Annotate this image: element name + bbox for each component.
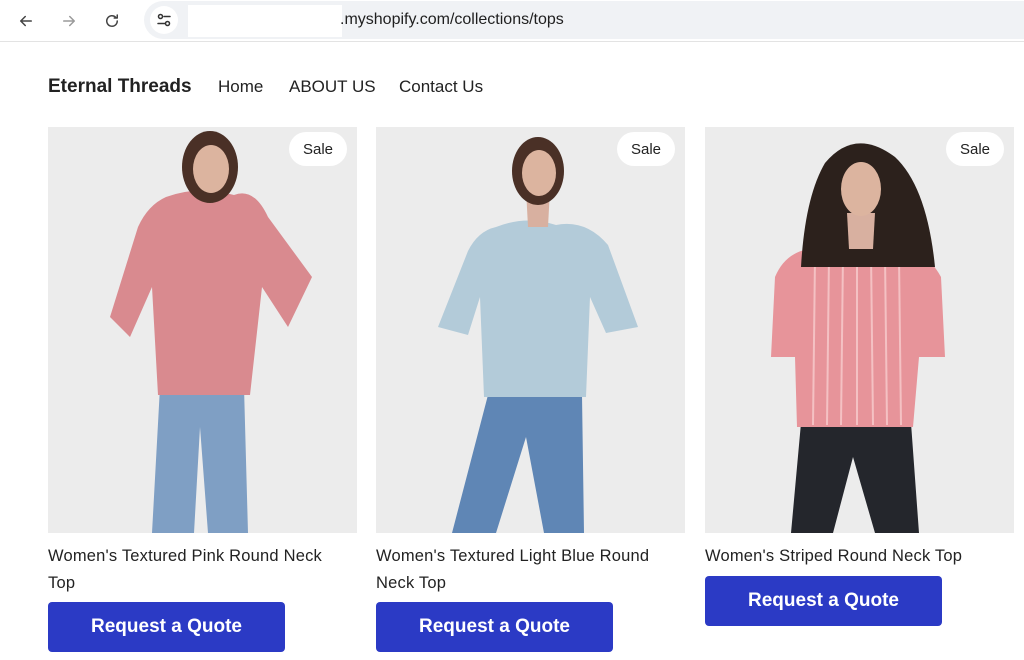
site-settings-icon[interactable] (150, 6, 178, 34)
product-card: Sale Women's Striped Round Neck Top Requ… (705, 127, 1014, 626)
product-image[interactable]: Sale (705, 127, 1014, 533)
product-image[interactable]: Sale (48, 127, 357, 533)
model-photo (705, 127, 1014, 533)
nav-home[interactable]: Home (218, 77, 263, 97)
product-title[interactable]: Women's Textured Light Blue Round Neck T… (376, 543, 676, 597)
request-quote-button[interactable]: Request a Quote (48, 602, 285, 652)
store-brand[interactable]: Eternal Threads (48, 76, 192, 98)
model-photo (376, 127, 685, 533)
nav-contact-us[interactable]: Contact Us (399, 77, 483, 97)
product-card: Sale Women's Textured Pink Round Neck To… (48, 127, 357, 652)
back-arrow-icon[interactable] (12, 7, 40, 35)
sale-badge: Sale (288, 132, 347, 166)
nav-about-us[interactable]: ABOUT US (289, 77, 376, 97)
product-title[interactable]: Women's Textured Pink Round Neck Top (48, 543, 348, 597)
request-quote-button[interactable]: Request a Quote (376, 602, 613, 652)
product-title[interactable]: Women's Striped Round Neck Top (705, 543, 1005, 570)
redacted-domain (188, 5, 342, 37)
forward-arrow-icon[interactable] (55, 7, 83, 35)
reload-icon[interactable] (98, 7, 126, 35)
product-card: Sale Women's Textured Light Blue Round N… (376, 127, 685, 652)
sale-badge: Sale (945, 132, 1004, 166)
request-quote-button[interactable]: Request a Quote (705, 576, 942, 626)
model-photo (48, 127, 357, 533)
browser-toolbar: .myshopify.com/collections/tops (0, 0, 1024, 42)
product-image[interactable]: Sale (376, 127, 685, 533)
address-bar[interactable]: .myshopify.com/collections/tops (144, 1, 1024, 39)
sale-badge: Sale (616, 132, 675, 166)
url-text[interactable]: .myshopify.com/collections/tops (340, 11, 564, 29)
